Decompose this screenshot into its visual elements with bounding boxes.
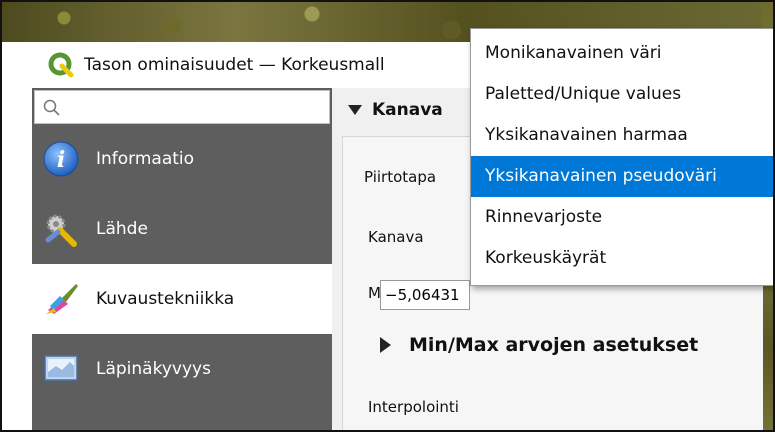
sidebar-item-lapinakyvyys[interactable]: Läpinäkyvyys	[32, 334, 332, 404]
transparency-icon	[42, 350, 80, 388]
min-value-input[interactable]: −5,06431	[380, 280, 470, 310]
svg-text:i: i	[57, 147, 65, 173]
expand-triangle-icon	[380, 337, 391, 353]
section-title: Kanava	[372, 100, 443, 120]
render-type-dropdown-list[interactable]: Monikanavainen väri Paletted/Unique valu…	[470, 28, 773, 286]
sidebar-item-label: Informaatio	[96, 149, 195, 169]
sidebar-item-label: Kuvaustekniikka	[96, 289, 235, 309]
dropdown-option-contours[interactable]: Korkeuskäyrät	[471, 238, 773, 279]
dropdown-option-hillshade[interactable]: Rinnevarjoste	[471, 197, 773, 238]
dropdown-option-paletted-unique[interactable]: Paletted/Unique values	[471, 74, 773, 115]
qgis-logo-icon	[48, 52, 74, 78]
window-title: Tason ominaisuudet — Korkeusmall	[84, 55, 385, 75]
paintbrush-icon	[42, 280, 80, 318]
sidebar-item-label: Lähde	[96, 219, 148, 239]
dropdown-option-singleband-gray[interactable]: Yksikanavainen harmaa	[471, 115, 773, 156]
minmax-settings-label: Min/Max arvojen asetukset	[409, 334, 699, 356]
dropdown-option-singleband-pseudocolor[interactable]: Yksikanavainen pseudoväri	[471, 156, 773, 197]
sidebar-item-kuvaustekniikka[interactable]: Kuvaustekniikka	[32, 264, 332, 334]
minmax-settings-header[interactable]: Min/Max arvojen asetukset	[380, 334, 698, 356]
dropdown-option-multiband-color[interactable]: Monikanavainen väri	[471, 33, 773, 74]
sidebar-item-informaatio[interactable]: i Informaatio	[32, 124, 332, 194]
sidebar-search-input[interactable]	[34, 90, 330, 124]
info-icon: i	[42, 140, 80, 178]
render-type-label: Piirtotapa	[364, 168, 437, 186]
source-settings-icon	[42, 210, 80, 248]
sidebar: i Informaatio Lähde Kuvaustekniikka Läpi…	[32, 88, 332, 430]
search-icon	[43, 99, 60, 116]
band-rendering-section-header[interactable]: Kanava	[348, 100, 443, 120]
screenshot-frame: Tason ominaisuudet — Korkeusmall i Infor…	[0, 0, 775, 432]
sidebar-item-label: Läpinäkyvyys	[96, 359, 211, 379]
interpolation-label: Interpolointi	[368, 398, 459, 416]
collapse-triangle-icon	[348, 105, 362, 115]
sidebar-item-lahde[interactable]: Lähde	[32, 194, 332, 264]
band-label: Kanava	[368, 228, 424, 246]
